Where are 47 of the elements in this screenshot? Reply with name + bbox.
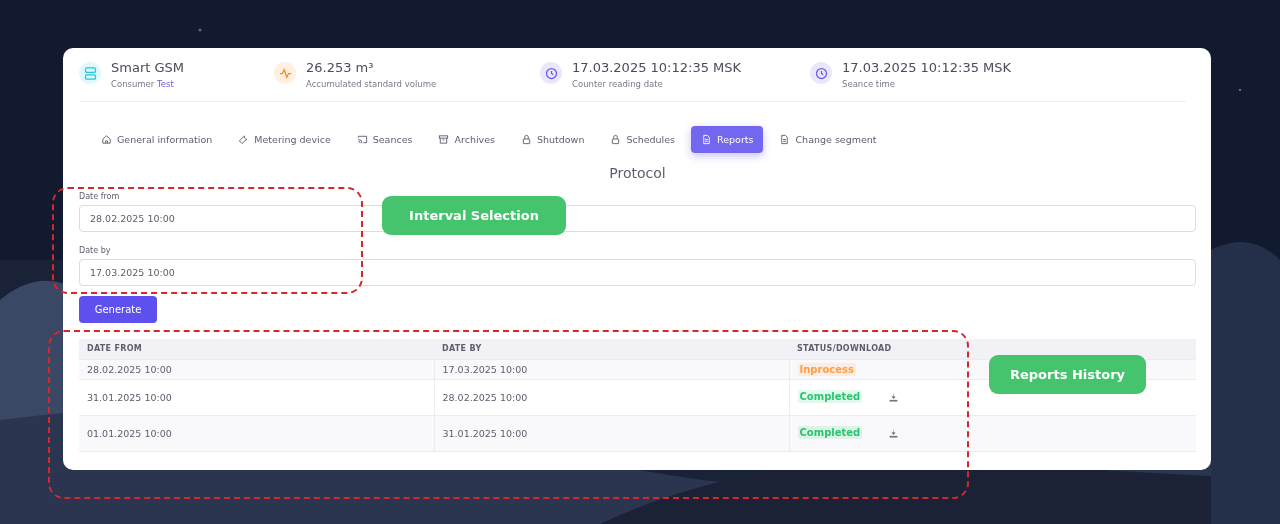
field-label: Date by (79, 245, 112, 256)
download-button[interactable] (888, 392, 900, 403)
lock-icon (610, 134, 622, 145)
consumer-link[interactable]: Test (157, 79, 174, 89)
tab[interactable]: Archives (428, 126, 505, 153)
generate-button[interactable]: Generate (79, 296, 157, 323)
status-label: Completed (797, 426, 863, 439)
archive-icon (438, 134, 450, 145)
cast-icon (356, 134, 368, 145)
status-label: Completed (797, 390, 863, 403)
table-cell: 17.03.2025 10:00 (434, 359, 789, 379)
table-cell: 28.02.2025 10:00 (79, 359, 434, 379)
column-header: DATE BY (434, 339, 789, 359)
download-icon (888, 392, 900, 403)
status-label: Inprocess (797, 362, 856, 376)
summary-value: 17.03.2025 10:12:35 MSK (572, 59, 742, 77)
field-label: Date from (79, 191, 121, 202)
callout-label: Interval Selection (382, 196, 566, 235)
table-cell: 31.01.2025 10:00 (434, 415, 789, 451)
lock-icon (521, 134, 532, 145)
column-header: DATE FROM (79, 339, 434, 359)
tab[interactable]: Schedules (600, 126, 686, 153)
tab[interactable]: Metering device (228, 126, 341, 153)
date-field[interactable]: 17.03.2025 10:00 (79, 259, 1196, 286)
document-icon (701, 134, 713, 145)
tab[interactable]: Reports (691, 126, 764, 153)
callout-label: Reports History (989, 355, 1146, 394)
table-cell: 31.01.2025 10:00 (79, 379, 434, 415)
summary-label: Consumer Test (111, 78, 175, 91)
tab[interactable]: General information (91, 126, 223, 153)
summary-label: Seance time (842, 78, 897, 91)
download-button[interactable] (888, 428, 900, 439)
summary-label: Counter reading date (572, 78, 664, 91)
tab[interactable]: Shutdown (511, 126, 595, 153)
tab[interactable]: Seances (346, 126, 423, 153)
home-icon (101, 134, 112, 145)
table-cell: 28.02.2025 10:00 (434, 379, 789, 415)
section-title: Protocol (608, 164, 667, 182)
document-icon (779, 134, 791, 145)
summary-value: 26.253 m³ (306, 59, 375, 77)
download-icon (888, 428, 900, 439)
table-cell: 01.01.2025 10:00 (79, 415, 434, 451)
column-header: STATUS/DOWNLOAD (789, 339, 1196, 359)
summary-value: 17.03.2025 10:12:35 MSK (842, 59, 1012, 77)
summary-value: Smart GSM (111, 59, 184, 77)
tab[interactable]: Change segment (769, 126, 887, 153)
summary-label: Accumulated standard volume (306, 78, 437, 91)
